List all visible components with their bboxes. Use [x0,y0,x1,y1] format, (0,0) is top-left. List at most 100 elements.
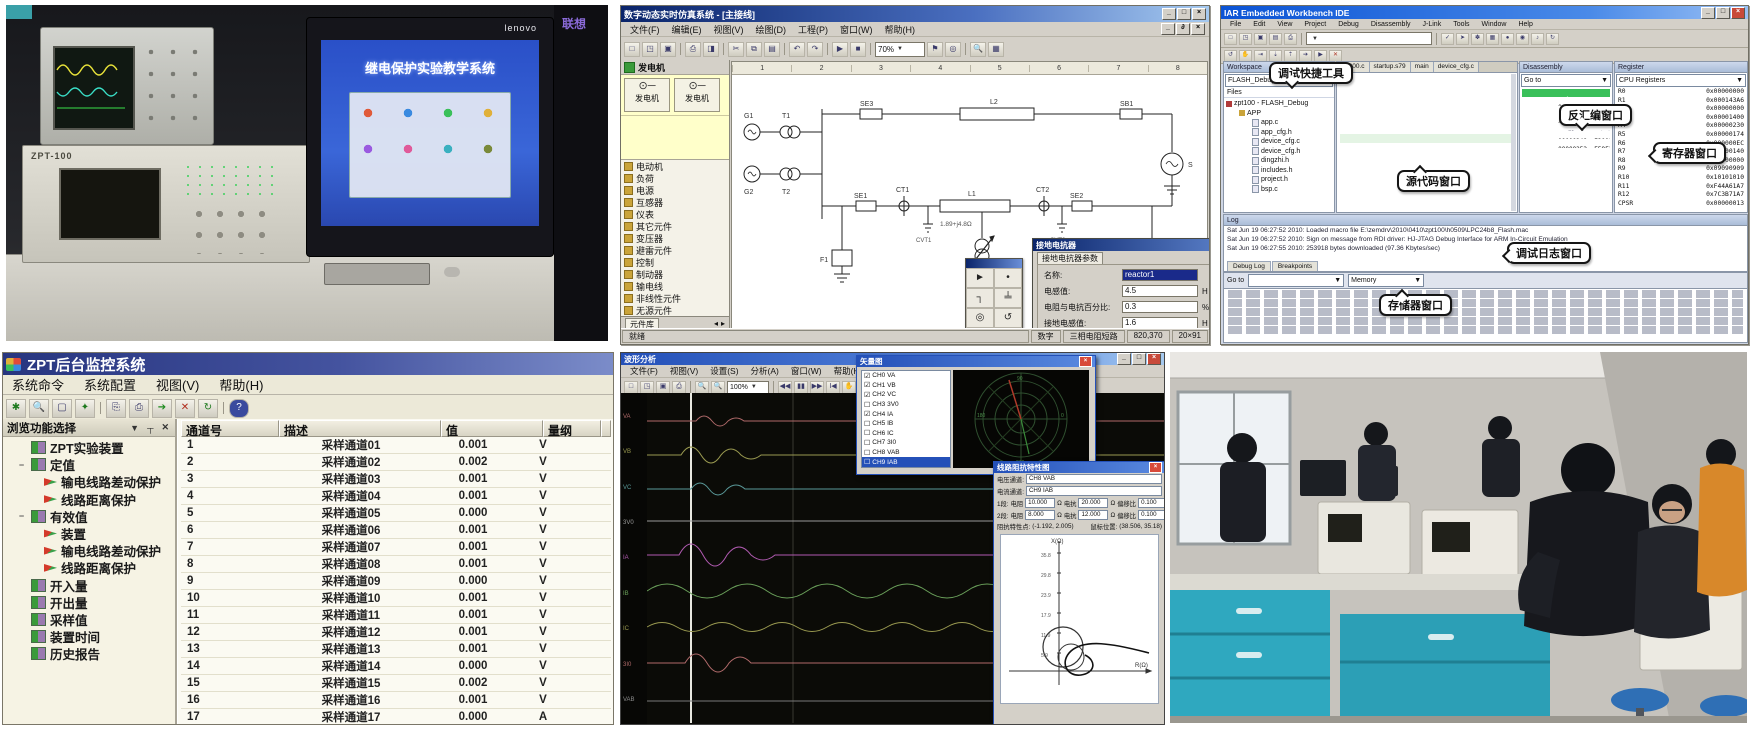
toolbox-titlebar[interactable] [966,259,1022,268]
editor-tab[interactable]: startup.s79 [1370,62,1411,72]
menu-item[interactable]: 帮助(H) [880,23,921,36]
code-line[interactable]: * main() demo you hav [1340,83,1514,92]
workspace-tree-item[interactable]: app.c [1226,118,1332,128]
menu-item[interactable]: Window [1477,21,1512,28]
tree-item[interactable]: 装置 [3,525,175,542]
save-all-icon[interactable]: ▤ [1269,33,1282,45]
impedance-dialog-titlebar[interactable]: 线路阻抗特性图 × [994,462,1165,473]
code-line[interactable]: * Arguments : none [1340,100,1514,109]
register-row[interactable]: R3 0x00001400 [1615,114,1747,123]
segment1-reactance-input[interactable]: 20.000 [1078,498,1108,508]
tree-item[interactable]: 开入量 [3,577,175,594]
wave-minimize-button[interactable]: _ [1117,353,1131,365]
segment1-resistance-input[interactable]: 10.000 [1025,498,1055,508]
editor-tab[interactable]: device_cfg.c [1434,62,1479,72]
code-line[interactable]: * Description : This is the standard [1340,74,1514,83]
code-line[interactable]: * [1340,91,1514,100]
channel-label[interactable]: IB [621,591,647,597]
menu-item[interactable]: 窗口(W) [786,365,827,377]
minimize-button[interactable]: _ [1162,8,1176,20]
vector-channel-item[interactable]: CH6 IC [862,429,950,439]
memory-goto-combobox[interactable]: ▼ [1248,274,1344,287]
ide-close-button[interactable]: × [1731,7,1745,19]
library-item[interactable]: 无源元件 [621,304,729,316]
current-channel-select[interactable]: CH9 IAB [1026,486,1162,496]
checkbox-icon[interactable] [864,439,870,447]
settings-icon[interactable]: ◎ [945,42,961,57]
field-input[interactable]: reactor1 [1122,269,1198,281]
open-icon[interactable]: ◳ [1239,33,1252,45]
connect-icon[interactable]: ✱ [6,399,26,418]
register-row[interactable]: R5 0x00000174 [1615,131,1747,140]
probe-tool[interactable]: ◎ [966,308,994,328]
pin-icon[interactable]: ┬ [145,423,155,433]
impedance-dialog-close-icon[interactable]: × [1149,462,1162,473]
vector-channel-item[interactable]: CH8 VAB [862,448,950,458]
workspace-tree-item[interactable]: device_cfg.h [1226,147,1332,157]
channel-label[interactable]: 3V0 [621,520,647,526]
next-statement-icon[interactable]: ➔ [1299,50,1312,62]
tree-item[interactable]: 输电线路差动保护 [3,542,175,559]
stop-icon[interactable]: ■ [850,42,866,57]
tree-item[interactable]: 装置时间 [3,628,175,645]
table-row[interactable]: 9 采样通道09 0.000 V [181,573,611,590]
table-row[interactable]: 1 采样通道01 0.001 V [181,437,611,454]
scroll-left-icon[interactable]: ◂ [714,319,718,328]
editor-scrollbar[interactable] [1511,74,1516,211]
table-row[interactable]: 6 采样通道06 0.001 V [181,522,611,539]
export-icon[interactable]: ⎘ [106,399,126,418]
code-line[interactable] [1340,160,1514,169]
editor-tab[interactable]: main [1411,62,1434,72]
run-icon[interactable]: ▶ [832,42,848,57]
channel-label[interactable]: VAB [621,697,647,703]
save-icon[interactable]: ▣ [660,42,676,57]
palette-header[interactable]: 发电机 [621,60,729,75]
bell-icon[interactable]: ♪ [1531,33,1544,45]
checkbox-icon[interactable] [864,458,870,466]
table-row[interactable]: 10 采样通道10 0.001 V [181,590,611,607]
vector-channel-item[interactable]: CH1 VB [862,381,950,391]
close-icon[interactable]: ✕ [159,422,171,433]
disassembly-row[interactable]: main: [1522,89,1610,97]
menu-item[interactable]: Tools [1448,21,1474,28]
segment2-reactance-input[interactable]: 12.000 [1078,510,1108,520]
menu-item[interactable]: 帮助(H) [214,375,268,394]
cut-icon[interactable]: ✂ [728,42,744,57]
library-item[interactable]: 非线性元件 [621,292,729,304]
ground-tool[interactable]: ╧ [994,288,1022,308]
build-icon[interactable]: ▦ [1486,33,1499,45]
vector-dialog-titlebar[interactable]: 矢量图 × [857,356,1095,367]
mdi-close-button[interactable]: × [1191,23,1205,35]
menu-item[interactable]: 系统命令 [7,375,69,394]
flag-icon[interactable]: ⚑ [927,42,943,57]
menu-item[interactable]: 系统配置 [79,375,141,394]
disassembly-row[interactable]: 00000252 E59F1010 [1522,139,1610,147]
component-button[interactable]: ⊙─ 发电机 [624,78,670,112]
print-icon[interactable]: ⎙ [129,399,149,418]
ide-titlebar[interactable]: IAR Embedded Workbench IDE _ □ × [1221,6,1748,19]
rotate-tool[interactable]: ↺ [994,308,1022,328]
register-row[interactable]: R10 0x10101010 [1615,174,1747,183]
ide-maximize-button[interactable]: □ [1716,7,1730,19]
copy-icon[interactable]: ⧉ [746,42,762,57]
forward-icon[interactable]: ▶▶ [810,381,824,394]
register-row[interactable]: R9 0x09090909 [1615,165,1747,174]
vector-channel-item[interactable]: CH7 3I0 [862,438,950,448]
cursor-icon[interactable]: Ӏ◀ [826,381,840,394]
channel-label[interactable]: IA [621,555,647,561]
open-icon[interactable]: ◳ [640,381,654,394]
open-file-icon[interactable]: ◳ [642,42,658,57]
column-header-unit[interactable]: 量纲 [543,420,601,437]
print-icon[interactable]: ⎙ [685,42,701,57]
voltage-channel-select[interactable]: CH8 VAB [1026,474,1162,484]
zoom-out-icon[interactable]: 🔍 [711,381,725,394]
disasm-goto-combobox[interactable]: Go to▼ [1521,74,1611,87]
table-row[interactable]: 2 采样通道02 0.002 V [181,454,611,471]
zpt-titlebar[interactable]: ZPT后台监控系统 [3,353,613,375]
channel-label[interactable]: VA [621,414,647,420]
workspace-tree-item[interactable]: project.h [1226,175,1332,185]
table-row[interactable]: 12 采样通道12 0.001 V [181,624,611,641]
menu-item[interactable]: 绘图(D) [751,23,792,36]
checkbox-icon[interactable] [864,429,870,437]
table-row[interactable]: 7 采样通道07 0.001 V [181,539,611,556]
